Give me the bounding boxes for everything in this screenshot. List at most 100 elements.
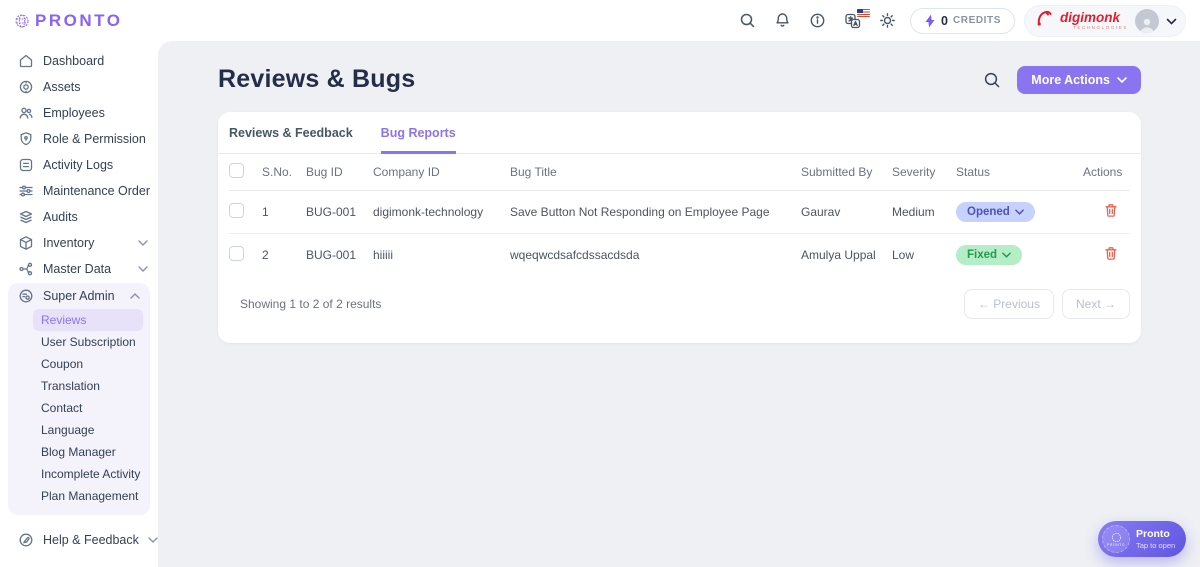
sidebar-item-label: Assets — [43, 80, 148, 94]
chevron-down-icon — [148, 537, 158, 543]
col-sno: S.No. — [262, 154, 306, 191]
sidebar-item-label: Maintenance Order — [43, 184, 150, 198]
sidebar-item-label: Employees — [43, 106, 148, 120]
chevron-up-icon — [130, 293, 140, 299]
page-title: Reviews & Bugs — [218, 65, 415, 94]
tab-reviews-feedback[interactable]: Reviews & Feedback — [229, 126, 353, 154]
avatar[interactable] — [1135, 9, 1159, 33]
activity-log-icon — [18, 157, 34, 173]
table-header-row: S.No. Bug ID Company ID Bug Title Submit… — [229, 154, 1130, 191]
status-dropdown[interactable]: Opened — [956, 202, 1035, 222]
cell-submitted-by: Amulya Uppal — [801, 234, 892, 277]
brand-logo[interactable]: PRONTO — [14, 11, 122, 31]
digimonk-monkey-icon — [1037, 9, 1053, 32]
chat-subtitle: Tap to open — [1136, 541, 1175, 550]
org-name: digimonk — [1060, 11, 1120, 25]
bell-icon[interactable] — [770, 8, 796, 34]
sidebar-item-dashboard[interactable]: Dashboard — [0, 48, 158, 74]
sidebar-item-label: Help & Feedback — [43, 533, 139, 547]
table-row: 2 BUG-001 hiiiii wqeqwcdsafcdssacdsda Am… — [229, 234, 1130, 277]
app-window: PRONTO — [0, 0, 1200, 567]
sidebar-subitem-user-subscription[interactable]: User Subscription — [33, 331, 143, 353]
col-actions: Actions — [1083, 154, 1130, 191]
sidebar-item-role-permission[interactable]: Role & Permission — [0, 126, 158, 152]
sidebar-subitem-translation[interactable]: Translation — [33, 375, 143, 397]
chevron-down-icon — [1002, 252, 1011, 258]
account-menu[interactable]: digimonk TECHNOLOGIES — [1024, 5, 1186, 37]
globe-logo-icon — [14, 13, 30, 29]
sidebar-subitem-incomplete-activity[interactable]: Incomplete Activity — [33, 463, 143, 485]
cell-bug-id: BUG-001 — [306, 191, 373, 234]
status-dropdown[interactable]: Fixed — [956, 245, 1022, 265]
credits-badge[interactable]: 0 CREDITS — [910, 8, 1015, 34]
help-icon — [18, 532, 34, 548]
brand-name: PRONTO — [35, 11, 122, 31]
sidebar-item-maintenance-order[interactable]: Maintenance Order — [0, 178, 158, 204]
sun-icon[interactable] — [875, 8, 901, 34]
translate-icon[interactable] — [840, 8, 866, 34]
sidebar-subitem-plan-management[interactable]: Plan Management — [33, 485, 143, 507]
cell-severity: Low — [892, 234, 956, 277]
sidebar-item-label: Audits — [43, 210, 148, 224]
inventory-icon — [18, 235, 34, 251]
next-button[interactable]: Next → — [1062, 289, 1130, 319]
sidebar-item-inventory[interactable]: Inventory — [0, 230, 158, 256]
pronto-chat-launcher[interactable]: PRONTO Pronto Tap to open — [1098, 521, 1186, 557]
sidebar-item-assets[interactable]: Assets — [0, 74, 158, 100]
sidebar-item-label: Activity Logs — [43, 158, 148, 172]
info-icon[interactable] — [805, 8, 831, 34]
table-row: 1 BUG-001 digimonk-technology Save Butto… — [229, 191, 1130, 234]
sidebar-subitem-coupon[interactable]: Coupon — [33, 353, 143, 375]
sidebar-item-employees[interactable]: Employees — [0, 100, 158, 126]
more-actions-button[interactable]: More Actions — [1017, 66, 1141, 94]
shield-icon — [18, 131, 34, 147]
row-checkbox[interactable] — [229, 203, 244, 218]
select-all-checkbox[interactable] — [229, 163, 244, 178]
status-label: Opened — [967, 206, 1010, 218]
sidebar-item-label: Inventory — [43, 236, 129, 250]
pagination: Showing 1 to 2 of 2 results ← Previous N… — [218, 276, 1141, 325]
cell-company-id: digimonk-technology — [373, 191, 510, 234]
trash-icon — [1104, 246, 1118, 261]
sidebar-subitem-language[interactable]: Language — [33, 419, 143, 441]
cell-bug-title: Save Button Not Responding on Employee P… — [510, 191, 801, 234]
page-search-icon[interactable] — [983, 71, 1001, 89]
admin-icon — [18, 288, 34, 304]
trash-icon — [1104, 203, 1118, 218]
cell-submitted-by: Gaurav — [801, 191, 892, 234]
col-company-id: Company ID — [373, 154, 510, 191]
layers-icon — [18, 209, 34, 225]
sidebar-item-master-data[interactable]: Master Data — [0, 256, 158, 282]
status-label: Fixed — [967, 249, 997, 261]
previous-button[interactable]: ← Previous — [964, 289, 1054, 319]
sliders-icon — [18, 183, 34, 199]
sidebar-item-super-admin[interactable]: Super Admin — [8, 283, 150, 309]
topbar-actions: 0 CREDITS digimonk TECHNOLOGIES — [735, 5, 1186, 37]
cell-bug-id: BUG-001 — [306, 234, 373, 277]
delete-button[interactable] — [1102, 244, 1120, 266]
cell-bug-title: wqeqwcdsafcdssacdsda — [510, 234, 801, 277]
credits-label: CREDITS — [953, 15, 1001, 26]
col-bug-id: Bug ID — [306, 154, 373, 191]
digimonk-logo: digimonk TECHNOLOGIES — [1060, 11, 1128, 30]
sidebar-item-audits[interactable]: Audits — [0, 204, 158, 230]
sidebar-item-help-feedback[interactable]: Help & Feedback — [0, 527, 158, 553]
sidebar-item-label: Dashboard — [43, 54, 148, 68]
sidebar-subitem-blog-manager[interactable]: Blog Manager — [33, 441, 143, 463]
row-checkbox[interactable] — [229, 246, 244, 261]
tab-bug-reports[interactable]: Bug Reports — [381, 126, 456, 154]
delete-button[interactable] — [1102, 201, 1120, 223]
home-icon — [18, 53, 34, 69]
sidebar-subitem-contact[interactable]: Contact — [33, 397, 143, 419]
col-status: Status — [956, 154, 1083, 191]
asset-icon — [18, 79, 34, 95]
search-icon[interactable] — [735, 8, 761, 34]
main-content: Reviews & Bugs More Actions Reviews & Fe… — [158, 41, 1200, 567]
col-bug-title: Bug Title — [510, 154, 801, 191]
chevron-down-icon — [138, 240, 148, 246]
bug-reports-card: Reviews & Feedback Bug Reports S.No. Bug… — [218, 112, 1141, 343]
chevron-down-icon — [138, 266, 148, 272]
results-summary: Showing 1 to 2 of 2 results — [240, 297, 381, 311]
sidebar-item-activity-logs[interactable]: Activity Logs — [0, 152, 158, 178]
sidebar-subitem-reviews[interactable]: Reviews — [33, 309, 143, 331]
